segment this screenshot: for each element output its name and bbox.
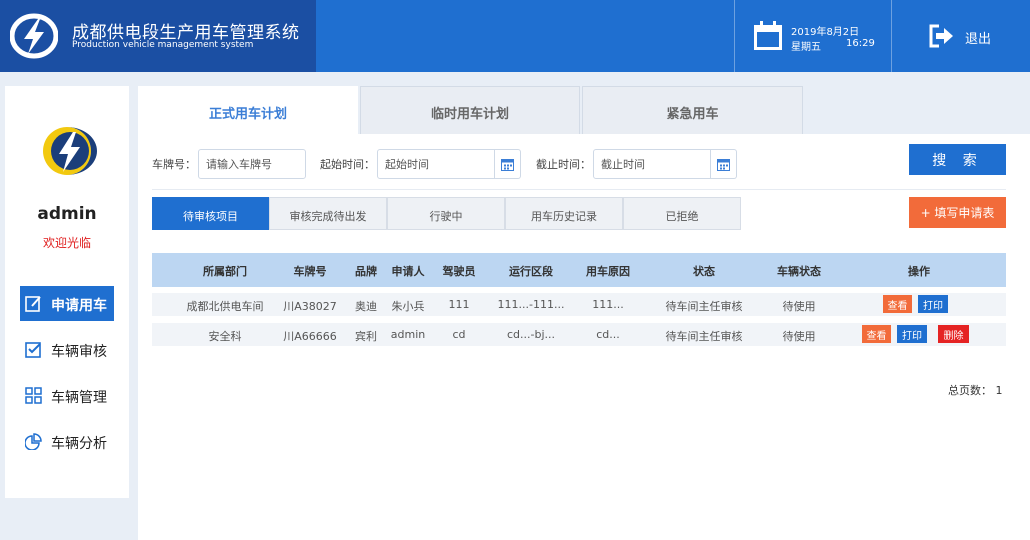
current-date: 2019年8月2日 (791, 27, 860, 38)
current-time: 16:29 (846, 38, 875, 49)
tab-formal-plan[interactable]: 正式用车计划 (138, 86, 358, 134)
welcome-text: 欢迎光临 (42, 236, 91, 250)
view-button[interactable]: 查看 (862, 325, 891, 343)
sidebar-item-label: 车辆分析 (51, 436, 107, 452)
cell-reason: cd... (596, 328, 620, 341)
cell-driver: cd (452, 328, 466, 341)
cell-status: 待车间主任审核 (665, 300, 743, 313)
print-button[interactable]: 打印 (918, 295, 948, 313)
header-brand: 成都供电段生产用车管理系统 Production vehicle managem… (0, 0, 316, 72)
sidebar-item-vehicle-review[interactable]: 车辆审核 (20, 332, 114, 367)
column-header: 车辆状态 (777, 265, 821, 278)
column-header: 运行区段 (509, 265, 553, 278)
sidebar-item-label: 车辆管理 (51, 390, 107, 406)
total-pages: 总页数： 1 (948, 384, 1003, 397)
cell-applicant: admin (390, 328, 426, 341)
subtab-label: 已拒绝 (665, 210, 699, 223)
tab-label: 紧急用车 (666, 107, 719, 122)
cell-plate: 川A66666 (283, 330, 337, 343)
end-time-label: 截止时间： (536, 158, 591, 171)
tab-label: 正式用车计划 (208, 107, 287, 122)
logout-button[interactable]: 退出 (892, 0, 1030, 72)
cell-plate: 川A38027 (283, 300, 337, 313)
sidebar: admin 欢迎光临 申请用车 车辆审核 车辆管理 车辆分析 (5, 86, 129, 498)
column-header: 申请人 (391, 265, 425, 278)
column-header: 所属部门 (203, 265, 247, 278)
start-time-label: 起始时间： (320, 158, 375, 171)
lightning-logo-icon (10, 13, 58, 59)
logout-icon (929, 24, 953, 48)
subtab-rejected[interactable]: 已拒绝 (623, 197, 741, 230)
cell-brand: 宾利 (355, 330, 377, 343)
lightning-logo-icon (43, 127, 97, 175)
cell-applicant: 朱小兵 (391, 300, 425, 313)
column-header: 车牌号 (293, 265, 327, 278)
print-button[interactable]: 打印 (897, 325, 927, 343)
main-tab-bar: 正式用车计划 临时用车计划 紧急用车 (138, 86, 1030, 134)
subtab-label: 待审核项目 (183, 210, 238, 223)
search-button[interactable]: 搜 索 (909, 144, 1006, 175)
cell-department: 成都北供电车间 (186, 300, 264, 313)
cell-department: 安全科 (208, 330, 242, 343)
subtab-history[interactable]: 用车历史记录 (505, 197, 623, 230)
cell-brand: 奥迪 (355, 300, 377, 313)
sidebar-item-vehicle-analysis[interactable]: 车辆分析 (20, 424, 114, 459)
grid-icon (25, 387, 42, 404)
tab-temporary-plan[interactable]: 临时用车计划 (360, 86, 580, 134)
app-subtitle: Production vehicle management system (72, 40, 254, 50)
cell-vehicle-status: 待使用 (782, 330, 816, 343)
calendar-icon (717, 159, 730, 171)
sidebar-item-label: 申请用车 (51, 298, 107, 314)
column-header: 品牌 (355, 265, 377, 278)
calendar-icon (501, 159, 514, 171)
plate-label: 车牌号： (152, 158, 196, 171)
logout-label: 退出 (965, 32, 992, 47)
sidebar-item-label: 车辆审核 (51, 344, 107, 360)
column-header: 驾驶员 (442, 265, 476, 278)
end-time-input[interactable] (593, 149, 711, 179)
end-date-picker-button[interactable] (711, 149, 737, 179)
start-time-input[interactable] (377, 149, 495, 179)
column-header: 用车原因 (586, 265, 630, 278)
cell-status: 待车间主任审核 (665, 330, 743, 343)
header-divider (734, 0, 735, 72)
start-date-picker-button[interactable] (495, 149, 521, 179)
current-weekday: 星期五 (791, 42, 821, 53)
divider (152, 189, 1006, 190)
checkbox-icon (25, 342, 41, 358)
subtab-label: 审核完成待出发 (289, 210, 367, 223)
main-panel: 正式用车计划 临时用车计划 紧急用车 车牌号： 起始时间： 截止时间： 搜 索 (138, 86, 1030, 540)
cell-reason: 111... (592, 298, 624, 311)
calendar-icon (754, 21, 782, 50)
tab-emergency[interactable]: 紧急用车 (582, 86, 803, 134)
table-header: 所属部门 车牌号 品牌 申请人 驾驶员 运行区段 用车原因 状态 车辆状态 操作 (152, 253, 1006, 287)
table-row: 安全科 川A66666 宾利 admin cd cd...-bj... cd..… (152, 323, 1006, 346)
view-button[interactable]: 查看 (883, 295, 912, 313)
subtab-label: 行驶中 (429, 210, 463, 223)
subtab-pending-review[interactable]: 待审核项目 (152, 197, 269, 230)
column-header: 状态 (693, 265, 715, 278)
subtab-approved-awaiting[interactable]: 审核完成待出发 (269, 197, 387, 230)
subtab-driving[interactable]: 行驶中 (387, 197, 505, 230)
delete-button[interactable]: 删除 (938, 325, 969, 343)
header-bar: 成都供电段生产用车管理系统 Production vehicle managem… (0, 0, 1030, 72)
plate-input[interactable] (198, 149, 306, 179)
table-row: 成都北供电车间 川A38027 奥迪 朱小兵 111 111...-111...… (152, 293, 1006, 316)
sidebar-item-vehicle-management[interactable]: 车辆管理 (20, 378, 114, 413)
fill-application-button[interactable]: + 填写申请表 (909, 197, 1006, 228)
pie-chart-icon (25, 433, 42, 450)
cell-route: cd...-bj... (506, 328, 556, 341)
subtab-label: 用车历史记录 (531, 210, 597, 223)
sidebar-item-apply-vehicle[interactable]: 申请用车 (20, 286, 114, 321)
username: admin (37, 204, 97, 224)
cell-driver: 111 (448, 298, 470, 311)
cell-vehicle-status: 待使用 (782, 300, 816, 313)
edit-icon (25, 296, 41, 312)
cell-route: 111...-111... (497, 298, 565, 311)
tab-label: 临时用车计划 (430, 107, 509, 122)
column-header: 操作 (908, 265, 930, 278)
